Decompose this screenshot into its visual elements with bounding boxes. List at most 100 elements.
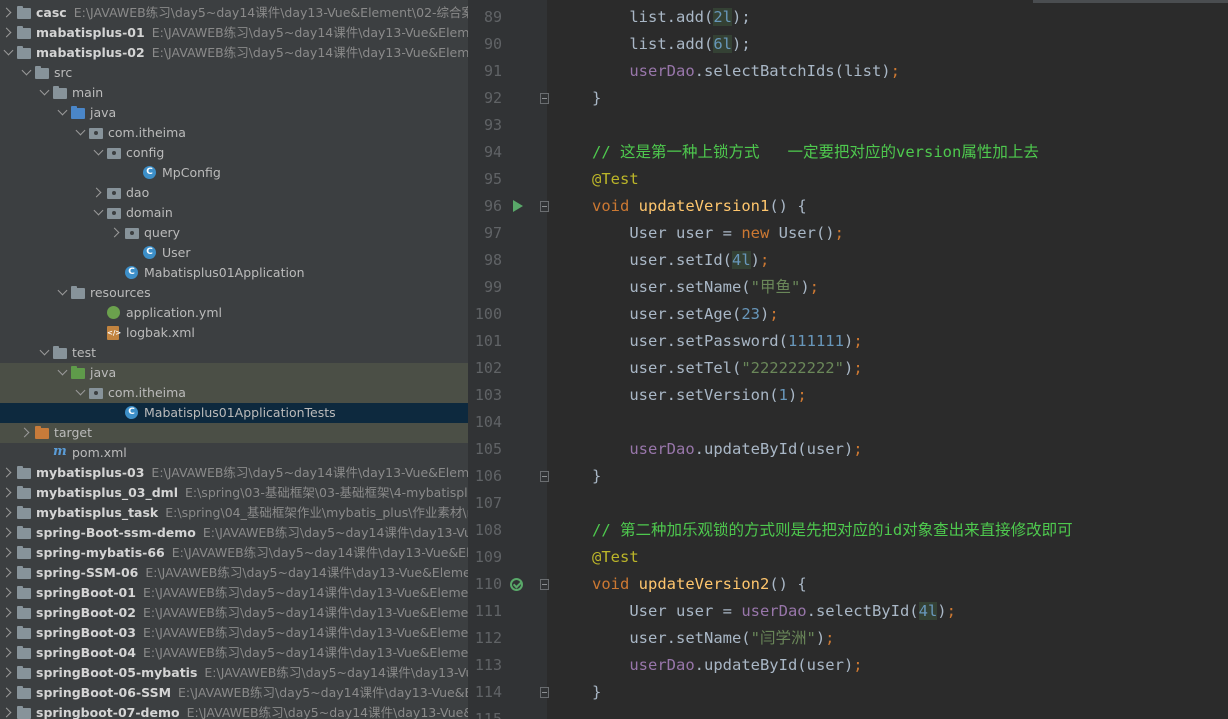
tree-item-label: springBoot-01 E:\JAVAWEB练习\day5~day14课件\d… bbox=[36, 583, 468, 603]
code-line[interactable]: user.setName("闫学洲"); bbox=[592, 625, 834, 652]
code-line[interactable]: void updateVersion2() { bbox=[592, 571, 807, 598]
tree-item-springboot-06-ssm[interactable]: springBoot-06-SSM E:\JAVAWEB练习\day5~day14… bbox=[0, 683, 468, 703]
code-line[interactable]: userDao.selectBatchIds(list); bbox=[592, 58, 900, 85]
code-line[interactable]: user.setName("甲鱼"); bbox=[592, 274, 819, 301]
chevron-right-icon[interactable] bbox=[1, 527, 12, 538]
tree-item-springboot-02[interactable]: springBoot-02 E:\JAVAWEB练习\day5~day14课件\d… bbox=[0, 603, 468, 623]
tree-item-mpconfig[interactable]: C MpConfig bbox=[0, 163, 468, 183]
chevron-down-icon[interactable] bbox=[57, 365, 68, 376]
tree-item-domain[interactable]: domain bbox=[0, 203, 468, 223]
tree-item-label: application.yml bbox=[126, 303, 222, 323]
tree-item-main[interactable]: main bbox=[0, 83, 468, 103]
resources-folder-icon bbox=[71, 286, 85, 299]
chevron-right-icon[interactable] bbox=[109, 227, 120, 238]
tree-item-com-itheima[interactable]: com.itheima bbox=[0, 123, 468, 143]
tree-item-test[interactable]: test bbox=[0, 343, 468, 363]
code-line[interactable]: } bbox=[592, 85, 601, 112]
code-line[interactable]: @Test bbox=[592, 166, 639, 193]
code-line[interactable]: user.setPassword(111111); bbox=[592, 328, 862, 355]
tree-item-logbak-xml[interactable]: </> logbak.xml bbox=[0, 323, 468, 343]
tree-item-mabatisplus-01[interactable]: mabatisplus-01 E:\JAVAWEB练习\day5~day14课件\… bbox=[0, 23, 468, 43]
run-test-icon[interactable] bbox=[513, 200, 523, 212]
code-line[interactable]: User user = new User(); bbox=[592, 220, 844, 247]
tree-item-spring-boot-ssm-demo[interactable]: spring-Boot-ssm-demo E:\JAVAWEB练习\day5~da… bbox=[0, 523, 468, 543]
code-line[interactable]: user.setTel("222222222"); bbox=[592, 355, 862, 382]
code-line[interactable]: } bbox=[592, 463, 601, 490]
chevron-right-icon[interactable] bbox=[1, 547, 12, 558]
code-line[interactable]: // 第二种加乐观锁的方式则是先把对应的id对象查出来直接修改即可 bbox=[592, 517, 1073, 544]
tree-item-target[interactable]: target bbox=[0, 423, 468, 443]
code-line[interactable]: user.setId(4l); bbox=[592, 247, 769, 274]
code-line[interactable]: userDao.updateById(user); bbox=[592, 436, 862, 463]
chevron-down-icon[interactable] bbox=[39, 85, 50, 96]
tree-item-mybatisplus-task[interactable]: mybatisplus_task E:\spring\04_基础框架作业\myba… bbox=[0, 503, 468, 523]
chevron-right-icon[interactable] bbox=[1, 567, 12, 578]
tree-item-mabatisplus01applicationtests[interactable]: C Mabatisplus01ApplicationTests bbox=[0, 403, 468, 423]
code-line[interactable]: @Test bbox=[592, 544, 639, 571]
tree-item-java[interactable]: java bbox=[0, 363, 468, 383]
code-line[interactable]: list.add(6l); bbox=[592, 31, 751, 58]
chevron-right-icon[interactable] bbox=[1, 587, 12, 598]
chevron-right-icon[interactable] bbox=[1, 707, 12, 718]
chevron-down-icon[interactable] bbox=[93, 205, 104, 216]
tree-item-dao[interactable]: dao bbox=[0, 183, 468, 203]
tree-item-name: casc bbox=[36, 5, 67, 20]
code-line[interactable]: // 这是第一种上锁方式 一定要把对应的version属性加上去 bbox=[592, 139, 1039, 166]
tree-item-springboot-03[interactable]: springBoot-03 E:\JAVAWEB练习\day5~day14课件\d… bbox=[0, 623, 468, 643]
tree-item-spring-mybatis-66[interactable]: spring-mybatis-66 E:\JAVAWEB练习\day5~day14… bbox=[0, 543, 468, 563]
code-line[interactable]: user.setVersion(1); bbox=[592, 382, 806, 409]
chevron-right-icon[interactable] bbox=[1, 507, 12, 518]
tree-item-com-itheima[interactable]: com.itheima bbox=[0, 383, 468, 403]
chevron-right-icon[interactable] bbox=[1, 27, 12, 38]
code-editor[interactable]: 89 90 91 92 93 94 95 96 97 98 99 100 101 102 103 104 105… bbox=[468, 0, 1228, 719]
tree-item-resources[interactable]: resources bbox=[0, 283, 468, 303]
tree-item-application-yml[interactable]: application.yml bbox=[0, 303, 468, 323]
code-token: 4l bbox=[731, 251, 751, 269]
tree-item-springboot-04[interactable]: springBoot-04 E:\JAVAWEB练习\day5~day14课件\d… bbox=[0, 643, 468, 663]
chevron-right-icon[interactable] bbox=[1, 7, 12, 18]
tree-item-query[interactable]: query bbox=[0, 223, 468, 243]
chevron-down-icon[interactable] bbox=[57, 285, 68, 296]
test-passed-icon[interactable] bbox=[510, 578, 523, 591]
tree-item-springboot-01[interactable]: springBoot-01 E:\JAVAWEB练习\day5~day14课件\d… bbox=[0, 583, 468, 603]
chevron-right-icon[interactable] bbox=[1, 627, 12, 638]
package-icon bbox=[89, 128, 103, 139]
chevron-down-icon[interactable] bbox=[3, 45, 14, 56]
code-line[interactable]: User user = userDao.selectById(4l); bbox=[592, 598, 956, 625]
tree-item-casc[interactable]: casc E:\JAVAWEB练习\day5~day14课件\day13-Vue&… bbox=[0, 3, 468, 23]
chevron-down-icon[interactable] bbox=[75, 385, 86, 396]
tree-item-mybatisplus-03[interactable]: mybatisplus-03 E:\JAVAWEB练习\day5~day14课件\… bbox=[0, 463, 468, 483]
chevron-down-icon[interactable] bbox=[75, 125, 86, 136]
code-line[interactable]: userDao.updateById(user); bbox=[592, 652, 862, 679]
chevron-down-icon[interactable] bbox=[57, 105, 68, 116]
tree-item-user[interactable]: C User bbox=[0, 243, 468, 263]
tree-item-label: com.itheima bbox=[108, 383, 186, 403]
code-line[interactable]: void updateVersion1() { bbox=[592, 193, 807, 220]
tree-item-src[interactable]: src bbox=[0, 63, 468, 83]
tree-item-pom-xml[interactable]: m pom.xml bbox=[0, 443, 468, 463]
tree-item-spring-ssm-06[interactable]: spring-SSM-06 E:\JAVAWEB练习\day5~day14课件\d… bbox=[0, 563, 468, 583]
chevron-right-icon[interactable] bbox=[1, 687, 12, 698]
code-line[interactable]: } bbox=[592, 679, 601, 706]
tree-item-java[interactable]: java bbox=[0, 103, 468, 123]
chevron-right-icon[interactable] bbox=[19, 427, 30, 438]
tree-item-mabatisplus01application[interactable]: C Mabatisplus01Application bbox=[0, 263, 468, 283]
tree-item-config[interactable]: config bbox=[0, 143, 468, 163]
chevron-right-icon[interactable] bbox=[1, 647, 12, 658]
code-line[interactable]: user.setAge(23); bbox=[592, 301, 778, 328]
chevron-right-icon[interactable] bbox=[1, 667, 12, 678]
tree-item-springboot-05-mybatis[interactable]: springBoot-05-mybatis E:\JAVAWEB练习\day5~d… bbox=[0, 663, 468, 683]
code-line[interactable]: list.add(2l); bbox=[592, 4, 751, 31]
chevron-down-icon[interactable] bbox=[93, 145, 104, 156]
tree-item-springboot-07-demo[interactable]: springboot-07-demo E:\JAVAWEB练习\day5~day1… bbox=[0, 703, 468, 719]
chevron-right-icon[interactable] bbox=[1, 467, 12, 478]
chevron-right-icon[interactable] bbox=[91, 187, 102, 198]
tree-item-mabatisplus-02[interactable]: mabatisplus-02 E:\JAVAWEB练习\day5~day14课件\… bbox=[0, 43, 468, 63]
chevron-right-icon[interactable] bbox=[1, 607, 12, 618]
chevron-right-icon[interactable] bbox=[1, 487, 12, 498]
code-area[interactable]: list.add(2l); list.add(6l); userDao.sele… bbox=[548, 0, 1228, 719]
tree-item-mybatisplus-03-dml[interactable]: mybatisplus_03_dml E:\spring\03-基础框架\03-基… bbox=[0, 483, 468, 503]
test-folder-icon bbox=[71, 366, 85, 379]
chevron-down-icon[interactable] bbox=[21, 65, 32, 76]
chevron-down-icon[interactable] bbox=[39, 345, 50, 356]
